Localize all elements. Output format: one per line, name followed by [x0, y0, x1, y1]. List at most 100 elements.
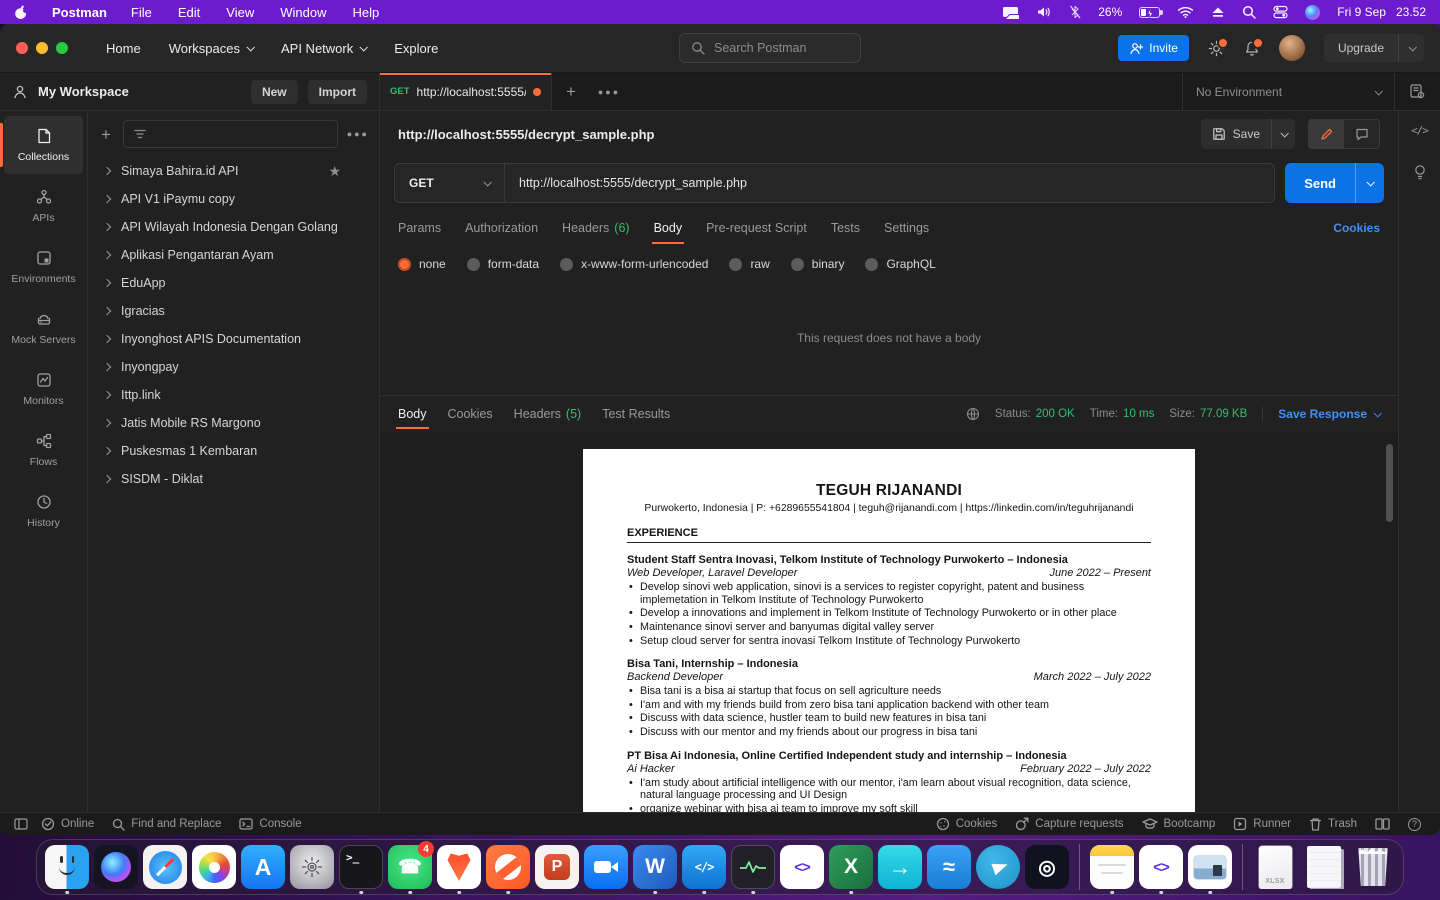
- filter-input[interactable]: [122, 120, 338, 148]
- menubar-app-name[interactable]: Postman: [52, 5, 107, 20]
- method-selector[interactable]: GET: [395, 164, 505, 202]
- comment-icon[interactable]: [1344, 120, 1379, 148]
- dock-word[interactable]: W: [632, 844, 678, 894]
- sidebar-more-button[interactable]: ●●●: [347, 129, 369, 139]
- body-mode-x-www-form-urlencoded[interactable]: x-www-form-urlencoded: [560, 257, 708, 271]
- volume-icon[interactable]: [1036, 6, 1052, 18]
- dock-whatsapp[interactable]: ☎ 4: [387, 841, 434, 894]
- sidebar-item-apis[interactable]: APIs: [4, 177, 83, 235]
- dock-code-app-2[interactable]: <>: [1138, 844, 1184, 894]
- nav-home[interactable]: Home: [94, 35, 153, 62]
- dock-excel[interactable]: X: [828, 844, 874, 894]
- body-mode-none[interactable]: none: [398, 257, 446, 271]
- minimize-window-button[interactable]: [36, 42, 48, 54]
- dock-system-settings[interactable]: [289, 844, 335, 890]
- collection-item-inyonghost-apis-documentation[interactable]: Inyonghost APIS Documentation: [88, 325, 379, 353]
- close-window-button[interactable]: [16, 42, 28, 54]
- send-options-chevron[interactable]: [1355, 163, 1384, 203]
- dock-powerpoint[interactable]: P: [534, 844, 580, 890]
- dock-code-app[interactable]: <>: [779, 844, 825, 890]
- screen-mirroring-icon[interactable]: [1002, 6, 1020, 19]
- collection-item-igracias[interactable]: Igracias: [88, 297, 379, 325]
- collection-item-api-v1-ipaymu-copy[interactable]: API V1 iPaymu copy: [88, 185, 379, 213]
- dock-facetime[interactable]: [583, 844, 629, 890]
- response-scrollbar[interactable]: [1386, 444, 1393, 522]
- dock-download-arrow-app[interactable]: →: [877, 844, 923, 890]
- environment-selector[interactable]: No Environment: [1183, 73, 1394, 110]
- statusbar-cookies[interactable]: Cookies: [927, 817, 1007, 831]
- menu-help[interactable]: Help: [352, 5, 379, 20]
- dock-preview-image[interactable]: [1187, 844, 1233, 894]
- dock-vscode[interactable]: </>: [681, 844, 727, 894]
- status-value[interactable]: 200 OK: [1036, 408, 1075, 420]
- sidebar-item-collections[interactable]: Collections: [0, 116, 83, 174]
- dock-activity-monitor[interactable]: [730, 844, 776, 894]
- collection-item-ittp-link[interactable]: Ittp.link: [88, 381, 379, 409]
- statusbar-bootcamp[interactable]: Bootcamp: [1133, 817, 1225, 831]
- bluetooth-off-icon[interactable]: [1069, 5, 1081, 19]
- dock-brave[interactable]: [436, 844, 482, 894]
- statusbar-find-and-replace[interactable]: Find and Replace: [103, 818, 230, 831]
- collection-item-sisdm-diklat[interactable]: SISDM - Diklat: [88, 465, 379, 493]
- dock-terminal[interactable]: >_: [338, 844, 384, 894]
- dock-xlsx-file[interactable]: XLSX: [1252, 844, 1298, 890]
- collection-item-eduapp[interactable]: EduApp: [88, 269, 379, 297]
- edit-pencil-icon[interactable]: [1309, 120, 1344, 148]
- code-snippet-icon[interactable]: </>: [1411, 124, 1429, 137]
- body-mode-form-data[interactable]: form-data: [466, 257, 539, 271]
- body-mode-raw[interactable]: raw: [729, 257, 770, 271]
- dock-telegram[interactable]: [975, 844, 1021, 890]
- eject-icon[interactable]: [1211, 6, 1225, 18]
- request-tab[interactable]: GET http://localhost:5555/d: [380, 73, 552, 110]
- dock-siri[interactable]: [93, 844, 139, 890]
- statusbar-runner[interactable]: Runner: [1224, 817, 1300, 831]
- upgrade-chevron-icon[interactable]: [1398, 34, 1424, 62]
- dock-safari[interactable]: [142, 844, 188, 890]
- collection-item-simaya-bahira-id-api[interactable]: Simaya Bahira.id API ★: [88, 157, 379, 185]
- zoom-window-button[interactable]: [56, 42, 68, 54]
- dock-trash-full[interactable]: [1350, 844, 1396, 890]
- dock-notes[interactable]: [1089, 844, 1135, 894]
- dock-app-store[interactable]: A: [240, 844, 286, 890]
- body-mode-binary[interactable]: binary: [790, 257, 844, 271]
- search-input[interactable]: Search Postman: [679, 33, 861, 63]
- menubar-clock[interactable]: Fri 9 Sep 23.52: [1337, 5, 1426, 19]
- statusbar-trash[interactable]: Trash: [1300, 817, 1366, 831]
- time-value[interactable]: 10 ms: [1123, 408, 1154, 420]
- sidebar-item-monitors[interactable]: Monitors: [4, 360, 83, 418]
- help-icon[interactable]: ?: [1399, 817, 1430, 831]
- menu-file[interactable]: File: [131, 5, 152, 20]
- star-icon[interactable]: ★: [328, 163, 341, 180]
- import-button[interactable]: Import: [307, 79, 367, 104]
- tab-options-button[interactable]: ●●●: [590, 73, 628, 110]
- new-button[interactable]: New: [250, 79, 298, 104]
- response-tab-cookies[interactable]: Cookies: [448, 396, 493, 432]
- response-tab-test-results[interactable]: Test Results: [602, 396, 670, 432]
- workspace-title[interactable]: My Workspace: [38, 84, 129, 99]
- split-panes-icon[interactable]: [1366, 818, 1399, 830]
- globe-icon[interactable]: [966, 407, 980, 421]
- dock-docker[interactable]: ≈: [926, 844, 972, 890]
- menu-view[interactable]: View: [226, 5, 254, 20]
- spotlight-search-icon[interactable]: [1242, 5, 1257, 19]
- dock-stacked-files[interactable]: [1301, 844, 1347, 890]
- send-button[interactable]: Send: [1285, 163, 1384, 203]
- siri-icon[interactable]: [1305, 4, 1321, 20]
- request-tab-pre-request-script[interactable]: Pre-request Script: [706, 209, 807, 247]
- upgrade-button[interactable]: Upgrade: [1323, 34, 1424, 62]
- url-input[interactable]: http://localhost:5555/decrypt_sample.php: [505, 164, 1274, 202]
- cookies-link[interactable]: Cookies: [1333, 221, 1380, 235]
- request-tab-headers[interactable]: Headers (6): [562, 209, 630, 247]
- apple-logo-icon[interactable]: [14, 5, 28, 20]
- sidebar-item-flows[interactable]: Flows: [4, 421, 83, 479]
- wifi-icon[interactable]: [1177, 6, 1194, 18]
- body-mode-graphql[interactable]: GraphQL: [865, 257, 936, 271]
- size-value[interactable]: 77.09 KB: [1200, 408, 1247, 420]
- notifications-bell-icon[interactable]: [1244, 36, 1264, 57]
- collection-item-jatis-mobile-rs-margono[interactable]: Jatis Mobile RS Margono: [88, 409, 379, 437]
- save-button[interactable]: Save: [1200, 119, 1295, 149]
- add-collection-button[interactable]: +: [98, 126, 114, 143]
- new-tab-button[interactable]: +: [552, 73, 590, 110]
- request-tab-settings[interactable]: Settings: [884, 209, 929, 247]
- statusbar-capture-requests[interactable]: Capture requests: [1006, 817, 1132, 831]
